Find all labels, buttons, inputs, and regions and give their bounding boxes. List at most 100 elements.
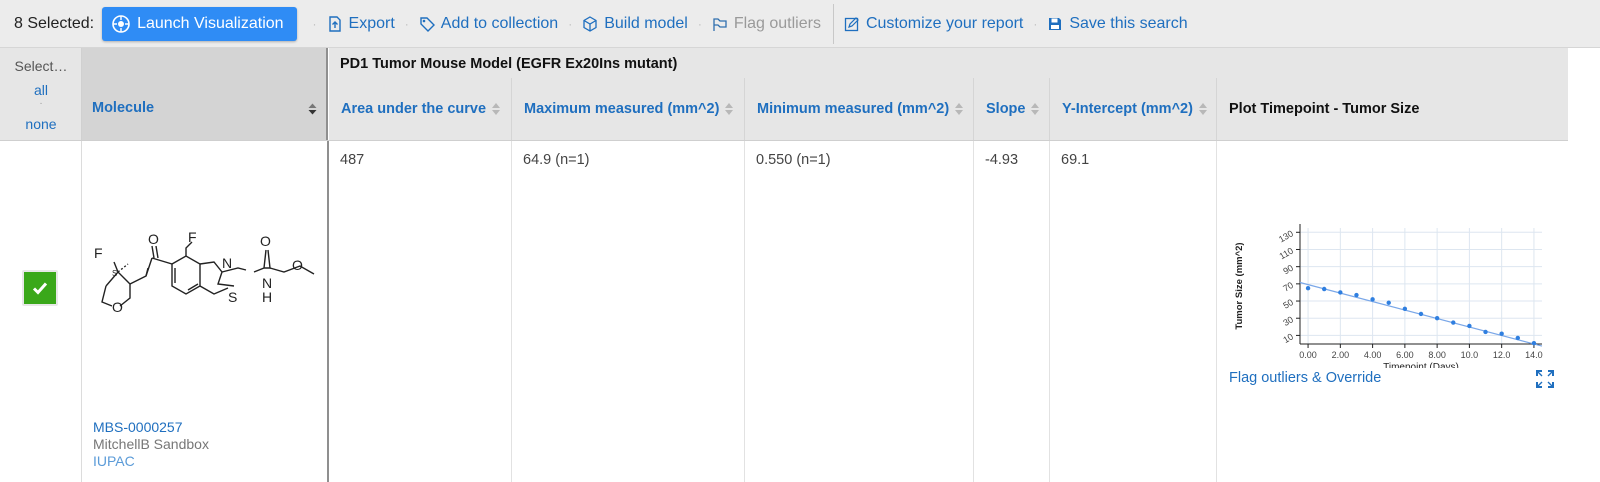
flag-outliers-override-link[interactable]: Flag outliers & Override [1229, 370, 1381, 386]
row-checkbox[interactable] [22, 270, 58, 306]
atom-label: H [262, 289, 272, 305]
col-maximum-measured[interactable]: Maximum measured (mm^2) [512, 78, 745, 140]
x-tick-label: 0.00 [1299, 350, 1317, 360]
y-tick-label: 70 [1281, 280, 1295, 294]
add-to-collection-label: Add to collection [440, 14, 559, 32]
y-tick-label: 50 [1281, 297, 1295, 311]
x-axis-label: Timepoint (Days) [1383, 362, 1459, 368]
col-y-intercept[interactable]: Y-Intercept (mm^2) [1050, 78, 1217, 140]
sort-icon[interactable] [492, 103, 501, 115]
y-tick-label: 10 [1281, 331, 1295, 345]
col-slope[interactable]: Slope [974, 78, 1050, 140]
data-point [1434, 316, 1440, 321]
export-icon [327, 15, 343, 32]
sort-icon[interactable] [1031, 103, 1040, 115]
col-divider [511, 141, 512, 482]
data-point [1402, 306, 1408, 311]
col-divider [1216, 141, 1217, 482]
col-area-under-curve[interactable]: Area under the curve [329, 78, 512, 140]
data-point [1499, 331, 1504, 336]
data-point [1467, 323, 1472, 329]
col-area-under-curve-label: Area under the curve [341, 101, 487, 117]
customize-report-label: Customize your report [865, 14, 1024, 32]
y-axis-label: Tumor Size (mm^2) [1234, 242, 1245, 329]
flag-outliers-button[interactable]: Flag outliers [712, 15, 821, 33]
selected-count: 8 Selected: [14, 14, 95, 32]
col-y-intercept-label: Y-Intercept (mm^2) [1062, 101, 1193, 117]
toolbar: 8 Selected: Launch Visualization · Expor… [0, 0, 1600, 48]
toolbar-separator: · [697, 16, 702, 31]
col-maximum-measured-label: Maximum measured (mm^2) [524, 101, 720, 117]
x-tick-label: 6.00 [1396, 350, 1414, 360]
atom-label: F [188, 229, 197, 245]
atom-label: S [112, 269, 117, 278]
col-divider [973, 141, 974, 482]
col-plot-timepoint-label: Plot Timepoint - Tumor Size [1229, 101, 1420, 117]
toolbar-separator: · [404, 16, 409, 31]
atom-label: O [112, 299, 123, 315]
customize-report-button[interactable]: Customize your report [844, 15, 1023, 33]
save-search-button[interactable]: Save this search [1047, 14, 1188, 33]
col-divider [1049, 141, 1050, 482]
toolbar-separator: · [1033, 16, 1038, 31]
launch-visualization-label: Launch Visualization [137, 14, 284, 32]
data-point [1354, 292, 1359, 298]
flag-outliers-label: Flag outliers [733, 14, 821, 32]
sort-icon[interactable] [725, 103, 734, 115]
save-search-label: Save this search [1069, 14, 1188, 32]
molecule-column-header[interactable]: Molecule [92, 100, 154, 116]
x-tick-label: 4.00 [1364, 350, 1382, 360]
col-minimum-measured-label: Minimum measured (mm^2) [757, 101, 950, 117]
atom-label: S [228, 289, 237, 305]
toolbar-separator: · [568, 16, 573, 31]
results-table: Select… all · none Molecule PD1 Tumor Mo… [0, 48, 1568, 482]
col-slope-label: Slope [986, 101, 1026, 117]
x-tick-label: 12.0 [1493, 350, 1511, 360]
atom-label: O [260, 233, 271, 249]
col-divider [744, 141, 745, 482]
col-plot-timepoint: Plot Timepoint - Tumor Size [1217, 78, 1568, 140]
iupac-link[interactable]: IUPAC [93, 453, 135, 469]
molecule-sort-icon[interactable] [308, 102, 317, 118]
molecule-structure: F S O O F N S O N H O [94, 229, 315, 315]
sort-icon[interactable] [955, 103, 964, 115]
data-point [1322, 286, 1327, 292]
value-maximum-measured: 64.9 (n=1) [523, 152, 590, 168]
value-y-intercept: 69.1 [1061, 152, 1090, 168]
sort-icon[interactable] [1198, 103, 1207, 115]
x-tick-label: 14.0 [1525, 350, 1543, 360]
data-point [1451, 320, 1456, 325]
tumor-size-chart[interactable]: 10 30 50 70 90110 130 0.00 2.00 4.00 6.00 8.00 10.0… [1226, 172, 1546, 368]
expand-icon[interactable] [1536, 370, 1554, 391]
atom-label: O [148, 231, 159, 247]
data-point [1386, 300, 1391, 305]
data-point [1515, 335, 1520, 341]
build-model-button[interactable]: Build model [582, 15, 688, 33]
data-point [1531, 340, 1537, 346]
col-divider [327, 141, 329, 482]
export-button[interactable]: Export [327, 15, 395, 33]
launch-visualization-button[interactable]: Launch Visualization [102, 6, 297, 41]
data-point [1418, 311, 1424, 317]
select-separator: · [39, 98, 43, 109]
cube-icon [582, 15, 598, 32]
add-to-collection-button[interactable]: Add to collection [419, 15, 558, 33]
select-none-link[interactable]: none [0, 116, 82, 132]
y-tick-label: 110 [1278, 246, 1295, 262]
value-minimum-measured: 0.550 (n=1) [756, 152, 831, 168]
toolbar-separator: · [312, 16, 317, 31]
data-point [1483, 329, 1488, 335]
select-all-link[interactable]: all [0, 82, 82, 98]
data-point [1305, 286, 1311, 291]
molecule-header-bg [82, 48, 328, 140]
header-divider [0, 140, 1568, 141]
value-area-under-curve: 487 [340, 152, 365, 168]
col-minimum-measured[interactable]: Minimum measured (mm^2) [745, 78, 974, 140]
atom-label: O [292, 257, 303, 273]
x-tick-label: 2.00 [1332, 350, 1350, 360]
select-label: Select… [14, 58, 68, 74]
data-point [1338, 290, 1343, 295]
data-point [1370, 297, 1375, 302]
molecule-id-link[interactable]: MBS-0000257 [93, 419, 183, 435]
group-header: PD1 Tumor Mouse Model (EGFR Ex20Ins muta… [340, 56, 678, 72]
